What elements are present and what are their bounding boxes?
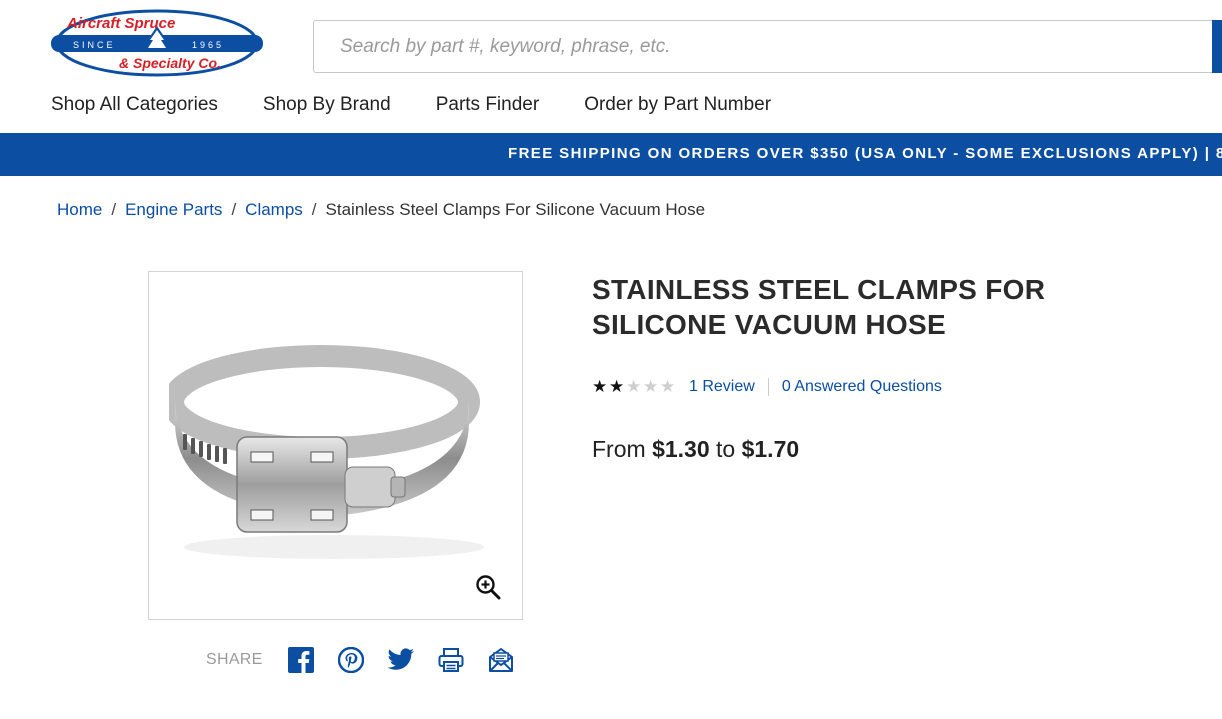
logo-since-left: SINCE [73,40,116,50]
logo-graphic: SINCE 1965 Aircraft Spruce & Specialty C… [51,9,263,77]
product-image[interactable] [148,271,523,620]
star-empty-icon: ★ [626,377,642,396]
main-nav: Shop All Categories Shop By Brand Parts … [51,94,816,116]
search-button[interactable] [1212,20,1222,73]
star-rating[interactable]: ★ ★ ★ ★ ★ [592,377,677,397]
star-icon: ★ [609,377,625,396]
price-high: $1.70 [741,436,800,462]
star-empty-icon: ★ [660,377,676,396]
logo-line2: & Specialty Co. [119,55,221,71]
price-prefix: From [592,436,646,462]
breadcrumb-separator: / [311,200,317,219]
price-low: $1.30 [652,436,710,462]
nav-parts-finder[interactable]: Parts Finder [436,94,539,116]
breadcrumb-separator: / [231,200,237,219]
rating-summary: ★ ★ ★ ★ ★ 1 Review 0 Answered Questions [592,377,942,397]
email-icon[interactable] [487,646,515,674]
zoom-in-icon[interactable] [475,574,501,600]
price-join: to [716,436,736,462]
search-input[interactable] [314,21,1194,72]
logo-since-right: 1965 [192,40,224,50]
nav-order-by-part-number[interactable]: Order by Part Number [584,94,771,116]
star-icon: ★ [592,377,608,396]
share-bar: SHARE [206,646,537,674]
breadcrumb-current: Stainless Steel Clamps For Silicone Vacu… [325,200,706,219]
print-icon[interactable] [437,646,465,674]
breadcrumb-engine-parts[interactable]: Engine Parts [125,200,222,219]
hose-clamp-image [169,345,484,559]
search-bar [313,20,1222,73]
price-range: From $1.30 to $1.70 [592,436,799,463]
breadcrumb: Home / Engine Parts / Clamps / Stainless Steel… [57,200,705,220]
twitter-icon[interactable] [387,646,415,674]
facebook-icon[interactable] [287,646,315,674]
promo-banner: FREE SHIPPING ON ORDERS OVER $350 (USA O… [0,133,1222,176]
product-title: STAINLESS STEEL CLAMPS FOR SILICONE VACU… [592,274,1046,340]
pinterest-icon[interactable] [337,646,365,674]
reviews-link[interactable]: 1 Review [689,378,755,396]
site-logo[interactable]: SINCE 1965 Aircraft Spruce & Specialty C… [49,8,265,78]
nav-shop-all-categories[interactable]: Shop All Categories [51,94,218,116]
star-empty-icon: ★ [643,377,659,396]
breadcrumb-clamps[interactable]: Clamps [245,200,303,219]
questions-link[interactable]: 0 Answered Questions [782,378,942,396]
nav-shop-by-brand[interactable]: Shop By Brand [263,94,391,116]
breadcrumb-separator: / [111,200,117,219]
rating-divider [767,378,769,396]
logo-line1: Aircraft Spruce [66,15,175,32]
share-label: SHARE [206,651,263,668]
promo-banner-text[interactable]: FREE SHIPPING ON ORDERS OVER $350 (USA O… [508,145,1222,162]
breadcrumb-home[interactable]: Home [57,200,102,219]
